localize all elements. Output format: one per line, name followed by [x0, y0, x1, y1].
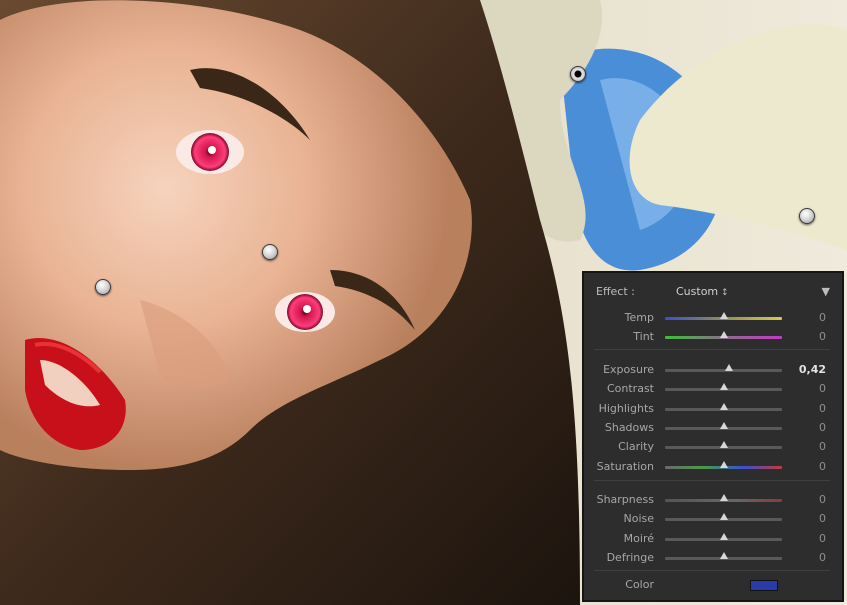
slider-track[interactable]	[665, 532, 782, 541]
slider-value[interactable]: 0,42	[799, 363, 826, 376]
slider-row-sharpness: Sharpness 0	[584, 491, 842, 507]
slider-label: Contrast	[606, 382, 654, 396]
slider-value[interactable]: 0	[819, 382, 826, 395]
slider-track[interactable]	[665, 460, 782, 469]
slider-row-shadows: Shadows 0	[584, 419, 842, 435]
slider-value[interactable]: 0	[819, 512, 826, 525]
slider-track[interactable]	[665, 312, 782, 320]
slider-thumb[interactable]	[719, 383, 728, 391]
slider-thumb[interactable]	[719, 513, 728, 521]
slider-track[interactable]	[665, 513, 782, 522]
slider-label: Temp	[624, 311, 654, 324]
slider-track[interactable]	[665, 364, 782, 372]
slider-value[interactable]: 0	[819, 460, 826, 473]
color-swatch[interactable]	[750, 580, 778, 591]
slider-label: Sharpness	[596, 493, 654, 506]
slider-label: Noise	[623, 512, 654, 526]
slider-thumb[interactable]	[719, 331, 728, 339]
adjustment-pin-background[interactable]	[799, 208, 815, 224]
color-label: Color	[625, 578, 654, 591]
effect-header: Effect : Custom ▼	[594, 283, 832, 301]
slider-track[interactable]	[665, 421, 782, 430]
slider-track[interactable]	[665, 402, 782, 411]
effect-label: Effect :	[596, 285, 635, 298]
effect-preset-select[interactable]: Custom	[676, 285, 729, 298]
slider-row-defringe: Defringe 0	[584, 549, 842, 565]
slider-row-moir: Moiré 0	[584, 530, 842, 546]
slider-track[interactable]	[665, 441, 782, 450]
slider-thumb[interactable]	[719, 312, 728, 319]
slider-value[interactable]: 0	[819, 551, 826, 564]
slider-thumb[interactable]	[719, 421, 728, 429]
slider-row-contrast: Contrast 0	[584, 380, 842, 396]
slider-label: Defringe	[606, 550, 654, 564]
slider-thumb[interactable]	[719, 532, 728, 540]
slider-label: Saturation	[596, 459, 654, 473]
slider-thumb[interactable]	[719, 402, 728, 410]
slider-label: Shadows	[604, 420, 654, 434]
adjustment-brush-panel: Effect : Custom ▼ Temp 0 Tint 0 Exposure 0,42…	[582, 271, 844, 602]
triangle-down-icon[interactable]: ▼	[822, 285, 830, 298]
slider-value[interactable]: 0	[819, 440, 826, 453]
slider-track[interactable]	[665, 551, 782, 560]
slider-label: Clarity	[618, 440, 654, 454]
slider-label: Exposure	[603, 363, 654, 376]
slider-label: Moiré	[623, 531, 654, 545]
slider-thumb[interactable]	[719, 551, 728, 559]
slider-row-clarity: Clarity 0	[584, 438, 842, 454]
slider-row-temp: Temp 0	[584, 309, 842, 325]
adjustment-pin-cheek[interactable]	[95, 279, 111, 295]
slider-row-highlights: Highlights 0	[584, 400, 842, 416]
adjustment-pin-forehead[interactable]	[262, 244, 278, 260]
slider-track[interactable]	[665, 331, 782, 340]
slider-value[interactable]: 0	[819, 532, 826, 545]
slider-label: Highlights	[598, 401, 654, 415]
section-divider	[594, 570, 830, 571]
slider-thumb[interactable]	[719, 441, 728, 449]
slider-row-tint: Tint 0	[584, 328, 842, 344]
slider-row-saturation: Saturation 0	[584, 458, 842, 474]
slider-value[interactable]: 0	[819, 330, 826, 343]
slider-track[interactable]	[665, 383, 782, 392]
slider-value[interactable]: 0	[819, 402, 826, 415]
slider-thumb[interactable]	[719, 460, 728, 468]
slider-row-exposure: Exposure 0,42	[584, 361, 842, 377]
slider-value[interactable]: 0	[819, 311, 826, 324]
slider-row-noise: Noise 0	[584, 510, 842, 526]
adjustment-pin-flower[interactable]	[570, 66, 586, 82]
slider-track[interactable]	[665, 494, 782, 502]
section-divider	[594, 480, 830, 481]
slider-label: Tint	[633, 330, 654, 344]
slider-value[interactable]: 0	[819, 493, 826, 506]
section-divider	[594, 349, 830, 350]
slider-thumb[interactable]	[719, 494, 728, 501]
slider-value[interactable]: 0	[819, 421, 826, 434]
slider-thumb[interactable]	[725, 364, 734, 371]
